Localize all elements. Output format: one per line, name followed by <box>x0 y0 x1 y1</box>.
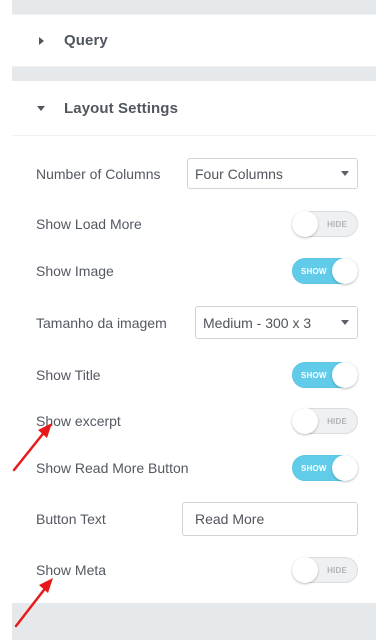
meta-row: Show Meta HIDE <box>36 557 358 583</box>
toggle-state-text: HIDE <box>327 566 347 575</box>
title-row: Show Title SHOW <box>36 362 358 388</box>
title-label: Show Title <box>36 367 101 383</box>
image-size-select[interactable]: Medium - 300 x 3 <box>195 306 358 339</box>
toggle-state-text: SHOW <box>301 267 327 276</box>
load-more-row: Show Load More HIDE <box>36 211 358 237</box>
toggle-state-text: SHOW <box>301 371 327 380</box>
section-layout-title: Layout Settings <box>64 99 179 117</box>
toggle-knob <box>292 408 318 434</box>
load-more-label: Show Load More <box>36 216 142 232</box>
read-more-row: Show Read More Button SHOW <box>36 455 358 481</box>
excerpt-label: Show excerpt <box>36 413 121 429</box>
image-row: Show Image SHOW <box>36 258 358 284</box>
meta-toggle[interactable]: HIDE <box>292 557 358 583</box>
caret-right-icon <box>39 36 44 45</box>
columns-select-value: Four Columns <box>195 165 283 182</box>
toggle-knob <box>332 362 358 388</box>
layout-controls: Number of Columns Four Columns Show Load… <box>12 136 376 603</box>
toggle-state-text: SHOW <box>301 464 327 473</box>
image-size-row: Tamanho da imagem Medium - 300 x 3 <box>36 306 358 339</box>
section-query-title: Query <box>64 32 108 49</box>
chevron-down-icon <box>341 171 349 176</box>
button-text-input[interactable] <box>182 502 358 536</box>
toggle-knob <box>292 557 318 583</box>
image-label: Show Image <box>36 263 114 279</box>
columns-row: Number of Columns Four Columns <box>36 158 358 189</box>
load-more-toggle[interactable]: HIDE <box>292 211 358 237</box>
toggle-state-text: HIDE <box>327 220 347 229</box>
image-size-select-value: Medium - 300 x 3 <box>203 314 312 331</box>
button-text-label: Button Text <box>36 511 106 527</box>
columns-select[interactable]: Four Columns <box>187 158 358 189</box>
meta-label: Show Meta <box>36 562 107 578</box>
read-more-label: Show Read More Button <box>36 460 189 476</box>
toggle-state-text: HIDE <box>327 417 347 426</box>
button-text-row: Button Text <box>36 502 358 536</box>
section-layout-settings[interactable]: Layout Settings <box>12 81 376 136</box>
excerpt-toggle[interactable]: HIDE <box>292 408 358 434</box>
columns-label: Number of Columns <box>36 165 161 182</box>
section-query[interactable]: Query <box>12 14 376 67</box>
title-toggle[interactable]: SHOW <box>292 362 358 388</box>
toggle-knob <box>332 258 358 284</box>
chevron-down-icon <box>341 320 349 325</box>
excerpt-row: Show excerpt HIDE <box>36 408 358 434</box>
image-size-label: Tamanho da imagem <box>36 314 167 331</box>
caret-down-icon <box>37 106 45 111</box>
image-toggle[interactable]: SHOW <box>292 258 358 284</box>
toggle-knob <box>292 211 318 237</box>
read-more-toggle[interactable]: SHOW <box>292 455 358 481</box>
toggle-knob <box>332 455 358 481</box>
